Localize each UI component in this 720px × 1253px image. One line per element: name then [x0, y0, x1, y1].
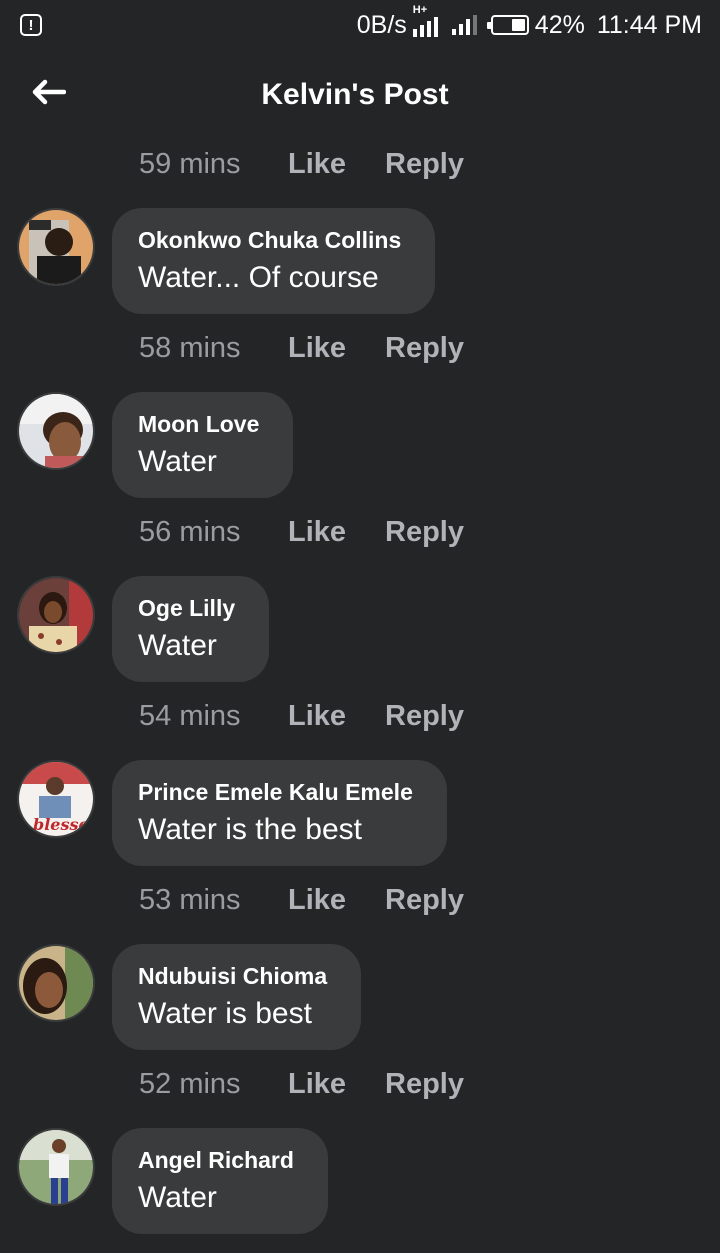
like-button[interactable]: Like	[288, 148, 385, 181]
avatar[interactable]	[17, 576, 95, 654]
comment-text: Water	[138, 1181, 217, 1214]
comment-bubble[interactable]: Moon Love Water	[112, 392, 294, 498]
comment-text: Water... Of course	[138, 261, 379, 294]
reply-button[interactable]: Reply	[385, 1068, 464, 1101]
comment-author[interactable]: Okonkwo Chuka Collins	[138, 226, 401, 254]
page-title: Kelvin's Post	[261, 78, 449, 111]
comment-time: 54 mins	[139, 699, 241, 732]
comment-time: 58 mins	[139, 331, 241, 364]
comment-time: 53 mins	[139, 883, 241, 916]
comment-author[interactable]: Oge Lilly	[138, 594, 235, 622]
reply-button[interactable]: Reply	[385, 700, 464, 733]
comment-bubble[interactable]: Oge Lilly Water	[112, 576, 270, 682]
comment-text: Water	[138, 629, 217, 662]
comment-meta-row: 52 mins Like Reply	[139, 1064, 464, 1104]
comment-author[interactable]: Angel Richard	[138, 1146, 294, 1174]
comment-time: 59 mins	[139, 147, 241, 180]
comment-item: Ndubuisi Chioma Water is best	[0, 944, 720, 1054]
app-header: Kelvin's Post	[0, 60, 720, 132]
comment-bubble[interactable]: Angel Richard Water	[112, 1128, 328, 1234]
comment-author[interactable]: Prince Emele Kalu Emele	[138, 778, 413, 806]
comment-meta-row: 59 mins Like Reply	[139, 144, 464, 184]
signal-strength-icon	[451, 15, 477, 35]
reply-button[interactable]: Reply	[385, 332, 464, 365]
battery-level: 42%	[534, 10, 585, 39]
comment-item: Oge Lilly Water	[0, 576, 720, 686]
comment-time: 52 mins	[139, 1067, 241, 1100]
comment-item: Angel Richard Water	[0, 1128, 720, 1238]
comment-bubble[interactable]: Prince Emele Kalu Emele Water is the bes…	[112, 760, 447, 866]
comment-item: Moon Love Water	[0, 392, 720, 502]
network-speed: 0B/s	[356, 10, 407, 39]
mobile-signal-icon: H+	[412, 4, 438, 37]
comment-meta-row: 53 mins Like Reply	[139, 880, 464, 920]
comment-item: Okonkwo Chuka Collins Water... Of course	[0, 208, 720, 318]
comment-text: Water is the best	[138, 813, 362, 846]
avatar[interactable]	[17, 392, 95, 470]
alert-icon: !	[20, 14, 42, 36]
clock: 11:44 PM	[596, 10, 702, 39]
like-button[interactable]: Like	[288, 1068, 385, 1101]
reply-button[interactable]: Reply	[385, 516, 464, 549]
comment-item: blessed Prince Emele Kalu Emele Water is…	[0, 760, 720, 870]
comment-text: Water is best	[138, 997, 312, 1030]
avatar[interactable]	[17, 208, 95, 286]
comment-author[interactable]: Moon Love	[138, 410, 259, 438]
reply-button[interactable]: Reply	[385, 148, 464, 181]
comment-bubble[interactable]: Okonkwo Chuka Collins Water... Of course	[112, 208, 436, 314]
like-button[interactable]: Like	[288, 332, 385, 365]
like-button[interactable]: Like	[288, 700, 385, 733]
like-button[interactable]: Like	[288, 516, 385, 549]
comment-meta-row: 58 mins Like Reply	[139, 328, 464, 368]
avatar[interactable]: blessed	[17, 760, 95, 838]
comment-time: 56 mins	[139, 515, 241, 548]
avatar[interactable]	[17, 1128, 95, 1206]
comment-author[interactable]: Ndubuisi Chioma	[138, 962, 327, 990]
avatar[interactable]	[17, 944, 95, 1022]
network-type: H+	[412, 4, 428, 16]
like-button[interactable]: Like	[288, 884, 385, 917]
svg-text:blessed: blessed	[33, 815, 95, 834]
comment-meta-row: 54 mins Like Reply	[139, 696, 464, 736]
reply-button[interactable]: Reply	[385, 884, 464, 917]
status-bar: ! 0B/s H+ 42% 11:44 PM	[0, 0, 720, 50]
status-indicators: 0B/s H+ 42% 11:44 PM	[356, 4, 702, 40]
comment-bubble[interactable]: Ndubuisi Chioma Water is best	[112, 944, 362, 1050]
comment-meta-row: 56 mins Like Reply	[139, 512, 464, 552]
comment-text: Water	[138, 445, 217, 478]
battery-icon	[486, 15, 529, 35]
